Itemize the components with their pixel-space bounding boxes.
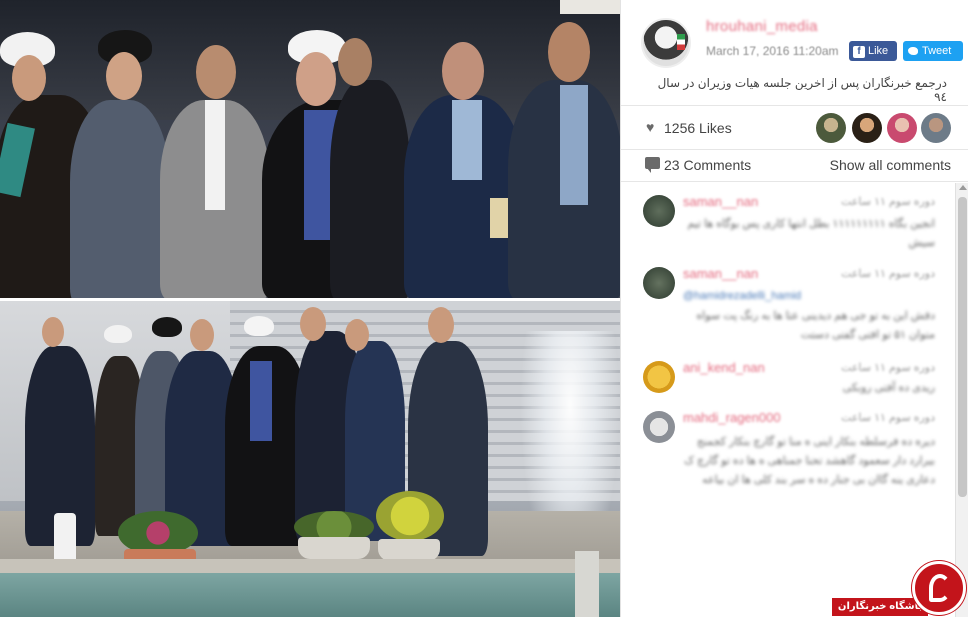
commenter-avatar[interactable] [643, 195, 675, 227]
post-username[interactable]: hrouhani_media [706, 18, 818, 35]
tweet-label: Tweet [922, 45, 952, 57]
commenter-username[interactable]: mahdi_ragen000 [683, 410, 781, 425]
like-label: Like [868, 45, 889, 57]
comment-scrollbar[interactable] [955, 183, 968, 617]
comments-count: 23 Comments [664, 157, 752, 173]
heart-icon[interactable]: ♥ [646, 120, 660, 134]
facebook-like-button[interactable]: f Like [849, 41, 897, 61]
liker-avatar[interactable] [852, 113, 882, 143]
post-caption: درجمع خبرنگاران پس از اخرین جلسه هیات وز… [657, 76, 947, 104]
post-photo [0, 0, 620, 617]
comment-text: ریدی ده آفتی روبکی [842, 382, 935, 394]
comment-mention[interactable]: @hamidrezadelli_hamid [683, 287, 935, 306]
commenter-avatar[interactable] [643, 267, 675, 299]
photo-bottom-walk [0, 301, 620, 617]
watermark-logo-icon [912, 561, 966, 615]
liker-avatar[interactable] [816, 113, 846, 143]
comment-item: saman__nan دوره سوم ۱۱ ساعت @hamidrezade… [621, 265, 955, 355]
post-panel: hrouhani_media March 17, 2016 11:20am fL… [620, 0, 968, 617]
likes-row: ♥ 1256 Likes [621, 106, 968, 150]
comment-text: دیره ده فرسلطه بنکار اینی ه منا تو گارچ … [684, 436, 935, 486]
comment-text: انجین بگاه ۱۱۱۱۱۱۱۱۱ بطل انتها کاری پس ب… [687, 218, 935, 249]
commenter-username[interactable]: saman__nan [683, 266, 758, 281]
commenter-username[interactable]: saman__nan [683, 194, 758, 209]
comment-date: دوره سوم ۱۱ ساعت [841, 412, 935, 424]
commenter-avatar[interactable] [643, 361, 675, 393]
post-datetime: March 17, 2016 11:20am [706, 44, 839, 58]
twitter-icon [908, 47, 918, 56]
comment-date: دوره سوم ۱۱ ساعت [841, 268, 935, 280]
commenter-avatar[interactable] [643, 411, 675, 443]
comment-icon [645, 157, 660, 173]
scroll-thumb[interactable] [958, 197, 967, 497]
comment-item: mahdi_ragen000 دوره سوم ۱۱ ساعت دیره ده … [621, 409, 955, 519]
liker-avatar[interactable] [887, 113, 917, 143]
comment-date: دوره سوم ۱۱ ساعت [841, 362, 935, 374]
liker-avatar[interactable] [921, 113, 951, 143]
post-header: hrouhani_media March 17, 2016 11:20am fL… [621, 0, 968, 106]
facebook-icon: f [853, 46, 865, 58]
comment-list: saman__nan دوره سوم ۱۱ ساعت انجین بگاه ۱… [621, 183, 955, 617]
tweet-button[interactable]: Tweet [903, 41, 963, 61]
show-all-comments-link[interactable]: Show all comments [830, 157, 951, 173]
scroll-up-arrow-icon[interactable] [959, 185, 967, 190]
watermark-banner: باشگاه خبرنگاران [832, 598, 928, 616]
comments-row: 23 Comments Show all comments [621, 150, 968, 182]
commenter-username[interactable]: ani_kend_nan [683, 360, 765, 375]
likes-count[interactable]: 1256 Likes [664, 120, 732, 136]
comment-item: saman__nan دوره سوم ۱۱ ساعت انجین بگاه ۱… [621, 193, 955, 263]
comment-text: دقش این به تو جی هم دیدینی عتا ها به رنگ… [696, 310, 935, 341]
photo-top-officials [0, 0, 620, 298]
profile-avatar-icon[interactable] [641, 18, 691, 68]
comment-item: ani_kend_nan دوره سوم ۱۱ ساعت ریدی ده آف… [621, 359, 955, 409]
comment-date: دوره سوم ۱۱ ساعت [841, 196, 935, 208]
